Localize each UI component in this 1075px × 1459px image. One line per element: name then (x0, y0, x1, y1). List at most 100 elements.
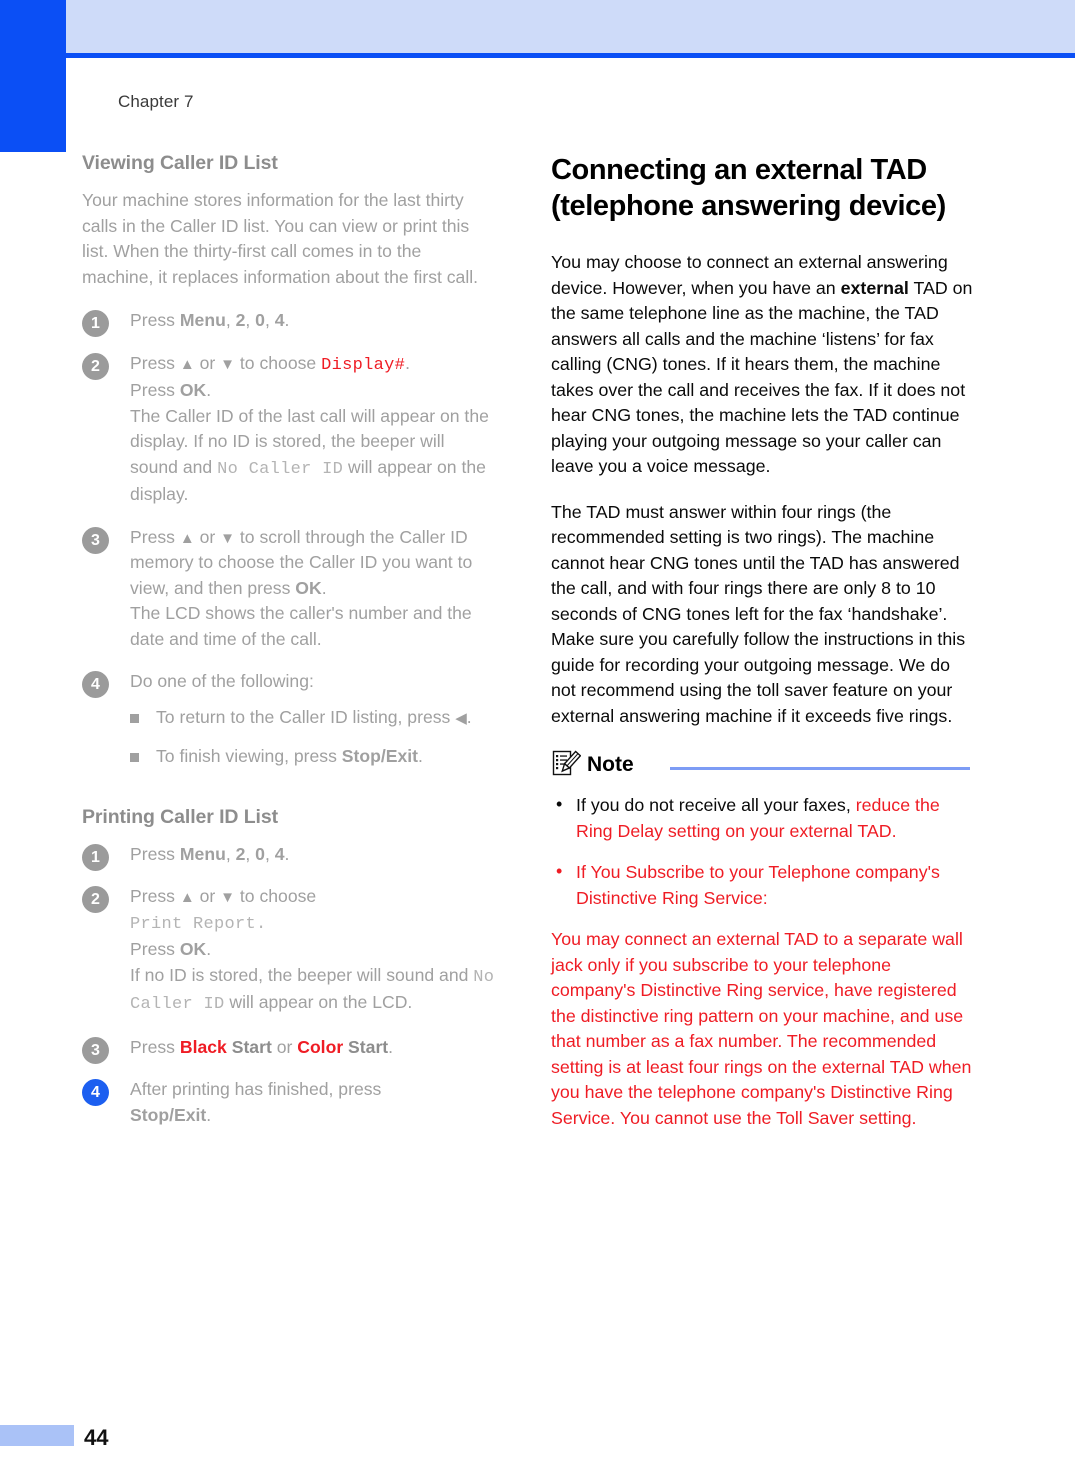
step-text-fragment: , (225, 843, 236, 864)
step-text-fragment: or (271, 1036, 298, 1057)
key-2: 2 (235, 310, 246, 330)
step-text: Press ▲ or ▼ to scroll through the Calle… (130, 525, 496, 653)
arrow-down-icon: ▼ (220, 889, 236, 906)
arrow-left-icon: ◀ (455, 709, 467, 727)
step-text-fragment: The LCD shows the caller's number and th… (130, 603, 472, 649)
step-number-badge: 2 (82, 352, 109, 380)
note-list: If you do not receive all your faxes, re… (551, 792, 979, 911)
arrow-up-icon: ▲ (179, 889, 195, 906)
lcd-value-display-number: Display# (321, 355, 406, 375)
step-text-fragment: Press (130, 310, 180, 330)
key-4: 4 (274, 843, 285, 864)
step-number-badge: 1 (82, 843, 109, 871)
step-text-fragment: Do one of the following: (130, 671, 314, 691)
step-item: 2 Press ▲ or ▼ to choose Print Report. P… (82, 884, 496, 1018)
key-2: 2 (235, 843, 246, 864)
key-menu: Menu (179, 843, 226, 864)
step-text-fragment: or (194, 352, 221, 373)
step-text-fragment: . (321, 577, 327, 598)
step-text-fragment: Press (130, 843, 180, 864)
step-text-fragment: . (206, 939, 212, 959)
bullet-text: To finish viewing, press (156, 746, 342, 766)
chapter-label: Chapter 7 (118, 92, 194, 111)
step-number-badge: 1 (82, 310, 109, 337)
step-number-badge: 3 (82, 526, 109, 554)
step-item: 4 Do one of the following: To return to … (82, 669, 496, 770)
step-text-fragment: Press (130, 939, 180, 959)
header-band (66, 0, 1075, 53)
step-text-fragment: , (264, 310, 275, 330)
lcd-value-print-report: Print Report. (130, 914, 267, 934)
list-item: If You Subscribe to your Telephone compa… (551, 859, 979, 911)
paragraph-fragment: TAD on the same telephone line as the ma… (551, 277, 973, 477)
note-label: Note (587, 753, 634, 776)
step-text-fragment: to choose (235, 352, 322, 373)
step-text-fragment: . (284, 310, 290, 330)
intro-paragraph: Your machine stores information for the … (82, 190, 479, 287)
key-stop-exit: Stop/Exit (341, 746, 419, 766)
right-column: Connecting an external TAD (telephone an… (551, 152, 979, 1131)
step-item: 3 Press ▲ or ▼ to scroll through the Cal… (82, 525, 496, 653)
list-item: To finish viewing, press Stop/Exit. (130, 744, 496, 770)
bullet-text: . (418, 746, 423, 766)
key-black-label: Black (179, 1036, 227, 1057)
step-text-fragment: or (194, 886, 221, 906)
step-item: 1 Press Menu, 2, 0, 4. (82, 308, 496, 337)
step-text-fragment: , (245, 310, 256, 330)
sub-bullet-list: To return to the Caller ID listing, pres… (130, 705, 496, 770)
arrow-up-icon: ▲ (179, 355, 195, 373)
step-text: After printing has finished, press Stop/… (130, 1077, 496, 1128)
bullet-text: . (466, 706, 472, 727)
left-column: Viewing Caller ID List Your machine stor… (82, 152, 496, 1145)
step-text: Press ▲ or ▼ to choose Print Report. Pre… (130, 884, 496, 1018)
step-number-badge: 4 (82, 1079, 109, 1106)
note-divider-rule (670, 767, 970, 770)
key-menu: Menu (179, 310, 226, 330)
page-number: 44 (84, 1425, 109, 1450)
lcd-value-no-caller-id: No Caller ID (217, 459, 344, 479)
section-heading-printing-caller-id-list: Printing Caller ID List (82, 805, 278, 828)
key-start-label: Start (343, 1036, 389, 1057)
step-text-fragment: to choose (235, 886, 317, 906)
step-text: Do one of the following: To return to th… (130, 669, 496, 770)
list-item: To return to the Caller ID listing, pres… (130, 705, 496, 731)
step-item: 3 Press Black Start or Color Start. (82, 1035, 496, 1064)
key-ok: OK (179, 939, 207, 959)
note-sub-paragraph: You may connect an external TAD to a sep… (551, 929, 972, 1128)
page-content: Viewing Caller ID List Your machine stor… (0, 152, 1075, 1392)
step-number-badge: 2 (82, 886, 109, 913)
step-text-fragment: . (206, 380, 212, 400)
step-text-fragment: , (264, 843, 275, 864)
step-text-fragment: After printing has finished, press (130, 1079, 382, 1099)
step-text: Press ▲ or ▼ to choose Display#. Press O… (130, 351, 496, 508)
key-start-label: Start (226, 1036, 272, 1057)
bullet-text: To return to the Caller ID listing, pres… (156, 706, 456, 727)
note-text-black: If you do not receive all your faxes, (576, 795, 856, 815)
step-item: 2 Press ▲ or ▼ to choose Display#. Press… (82, 351, 496, 508)
key-stop-exit: Stop/Exit (130, 1104, 207, 1125)
step-text-fragment: Press (130, 886, 180, 906)
step-text-fragment: . (405, 352, 410, 373)
step-text: Press Menu, 2, 0, 4. (130, 842, 496, 868)
step-text-fragment: . (206, 1104, 212, 1125)
arrow-down-icon: ▼ (220, 355, 236, 373)
step-number-badge: 3 (82, 1036, 109, 1064)
step-item: 4 After printing has finished, press Sto… (82, 1077, 496, 1128)
key-4: 4 (274, 310, 285, 330)
emphasis-external: external (840, 277, 909, 298)
key-0: 0 (255, 843, 265, 864)
step-text-fragment: will appear on the LCD. (224, 992, 413, 1012)
step-number-badge: 4 (82, 671, 109, 698)
step-text-fragment: Press (130, 1036, 180, 1057)
step-text: Press Menu, 2, 0, 4. (130, 308, 496, 334)
key-color-label: Color (297, 1036, 344, 1057)
header-rule (66, 53, 1075, 58)
paragraph-tad-rings: The TAD must answer within four rings (t… (551, 501, 966, 726)
step-text-fragment: Press (130, 526, 180, 547)
arrow-down-icon: ▼ (220, 529, 236, 547)
left-accent-bar (0, 0, 66, 152)
paragraph-external-tad-intro: You may choose to connect an external an… (551, 250, 979, 480)
step-item: 1 Press Menu, 2, 0, 4. (82, 842, 496, 871)
note-pencil-icon (551, 749, 582, 779)
step-text-fragment: . (284, 843, 290, 864)
